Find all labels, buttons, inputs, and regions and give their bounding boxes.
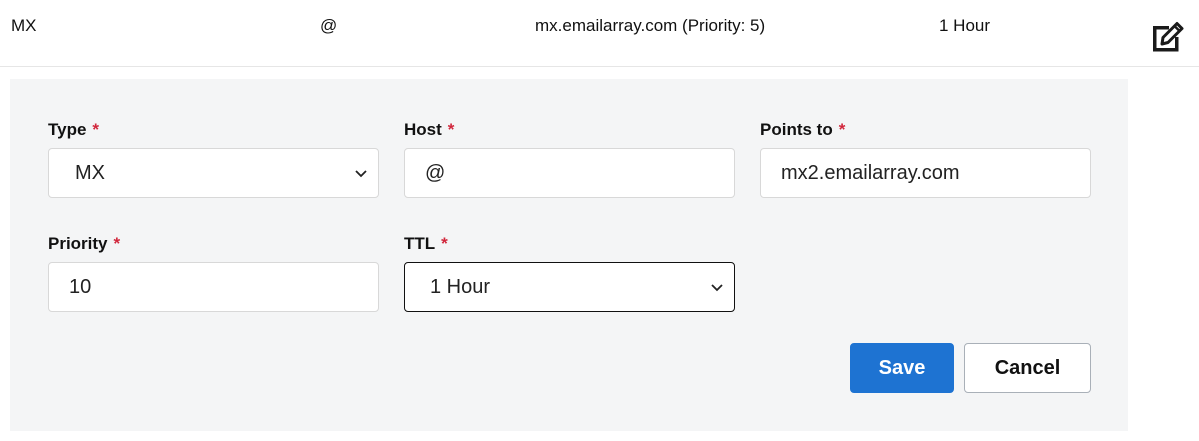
ttl-label: TTL * xyxy=(404,234,448,254)
edit-record-button[interactable] xyxy=(1150,20,1186,54)
points-to-label: Points to * xyxy=(760,120,845,140)
save-button[interactable]: Save xyxy=(850,343,954,393)
type-required-mark: * xyxy=(92,120,100,139)
edit-icon xyxy=(1153,22,1184,52)
chevron-down-icon xyxy=(711,284,723,292)
ttl-select[interactable]: 1 Hour xyxy=(404,262,735,312)
cancel-button[interactable]: Cancel xyxy=(964,343,1091,393)
host-label-text: Host xyxy=(404,120,442,139)
priority-label-text: Priority xyxy=(48,234,108,253)
edit-record-panel: Type * MX Host * Points to * Priority * TTL *… xyxy=(10,79,1128,431)
ttl-label-text: TTL xyxy=(404,234,436,253)
points-to-input[interactable] xyxy=(760,148,1091,198)
record-ttl: 1 Hour xyxy=(939,16,991,35)
record-type: MX xyxy=(11,16,37,35)
type-select-value: MX xyxy=(75,161,105,184)
priority-required-mark: * xyxy=(113,234,121,253)
type-select[interactable]: MX xyxy=(48,148,379,198)
priority-input[interactable] xyxy=(48,262,379,312)
ttl-select-value: 1 Hour xyxy=(430,275,491,298)
type-label: Type * xyxy=(48,120,99,140)
priority-label: Priority * xyxy=(48,234,120,254)
dns-record-row: MX @ mx.emailarray.com (Priority: 5) 1 H… xyxy=(0,0,1199,67)
points-to-required-mark: * xyxy=(838,120,846,139)
host-required-mark: * xyxy=(447,120,455,139)
host-label: Host * xyxy=(404,120,454,140)
record-host: @ xyxy=(320,16,338,35)
chevron-down-icon xyxy=(355,170,367,178)
points-to-label-text: Points to xyxy=(760,120,833,139)
ttl-required-mark: * xyxy=(441,234,448,253)
host-input[interactable] xyxy=(404,148,735,198)
type-label-text: Type xyxy=(48,120,87,139)
record-value: mx.emailarray.com (Priority: 5) xyxy=(535,16,766,35)
